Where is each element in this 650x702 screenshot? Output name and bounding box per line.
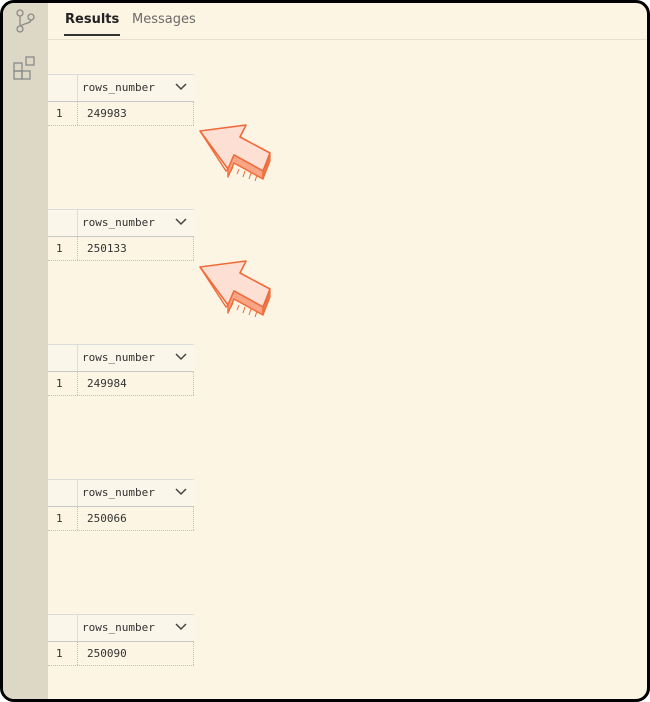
row-number: 1 [56, 242, 63, 255]
result-grid: rows_number 1 249983 [48, 74, 194, 126]
arrow-annotation-icon [199, 124, 271, 182]
cell-value[interactable]: 250133 [87, 242, 127, 255]
activity-bar [3, 3, 48, 699]
cell-value[interactable]: 249983 [87, 107, 127, 120]
results-window: Results Messages rows_number 1 249983 ro… [0, 0, 650, 702]
cell-value[interactable]: 250066 [87, 512, 127, 525]
row-number-header [48, 615, 78, 641]
result-grid: rows_number 1 249984 [48, 344, 194, 396]
column-header[interactable]: rows_number [82, 486, 155, 499]
row-number-header [48, 75, 78, 101]
column-header[interactable]: rows_number [82, 216, 155, 229]
grid-header: rows_number [48, 344, 194, 372]
tab-messages[interactable]: Messages [132, 12, 196, 27]
chevron-down-icon[interactable] [174, 349, 188, 363]
row-number: 1 [56, 107, 63, 120]
table-row: 1 249984 [48, 372, 194, 396]
row-number-header [48, 210, 78, 236]
chevron-down-icon[interactable] [174, 214, 188, 228]
source-control-icon[interactable] [11, 7, 39, 35]
grid-header: rows_number [48, 614, 194, 642]
cell-value[interactable]: 250090 [87, 647, 127, 660]
row-number: 1 [56, 512, 63, 525]
chevron-down-icon[interactable] [174, 484, 188, 498]
row-number-header [48, 480, 78, 506]
grid-header: rows_number [48, 479, 194, 507]
result-grid: rows_number 1 250133 [48, 209, 194, 261]
chevron-down-icon[interactable] [174, 79, 188, 93]
table-row: 1 249983 [48, 102, 194, 126]
table-row: 1 250090 [48, 642, 194, 666]
row-number: 1 [56, 647, 63, 660]
row-number-header [48, 345, 78, 371]
results-tabs: Results Messages [48, 3, 647, 40]
grid-header: rows_number [48, 74, 194, 102]
extensions-icon[interactable] [11, 54, 39, 82]
grid-header: rows_number [48, 209, 194, 237]
result-grid: rows_number 1 250090 [48, 614, 194, 666]
chevron-down-icon[interactable] [174, 619, 188, 633]
table-row: 1 250066 [48, 507, 194, 531]
arrow-annotation-icon [199, 260, 271, 318]
column-header[interactable]: rows_number [82, 81, 155, 94]
column-header[interactable]: rows_number [82, 621, 155, 634]
result-grid: rows_number 1 250066 [48, 479, 194, 531]
cell-value[interactable]: 249984 [87, 377, 127, 390]
row-number: 1 [56, 377, 63, 390]
table-row: 1 250133 [48, 237, 194, 261]
tab-results[interactable]: Results [63, 12, 121, 36]
column-header[interactable]: rows_number [82, 351, 155, 364]
